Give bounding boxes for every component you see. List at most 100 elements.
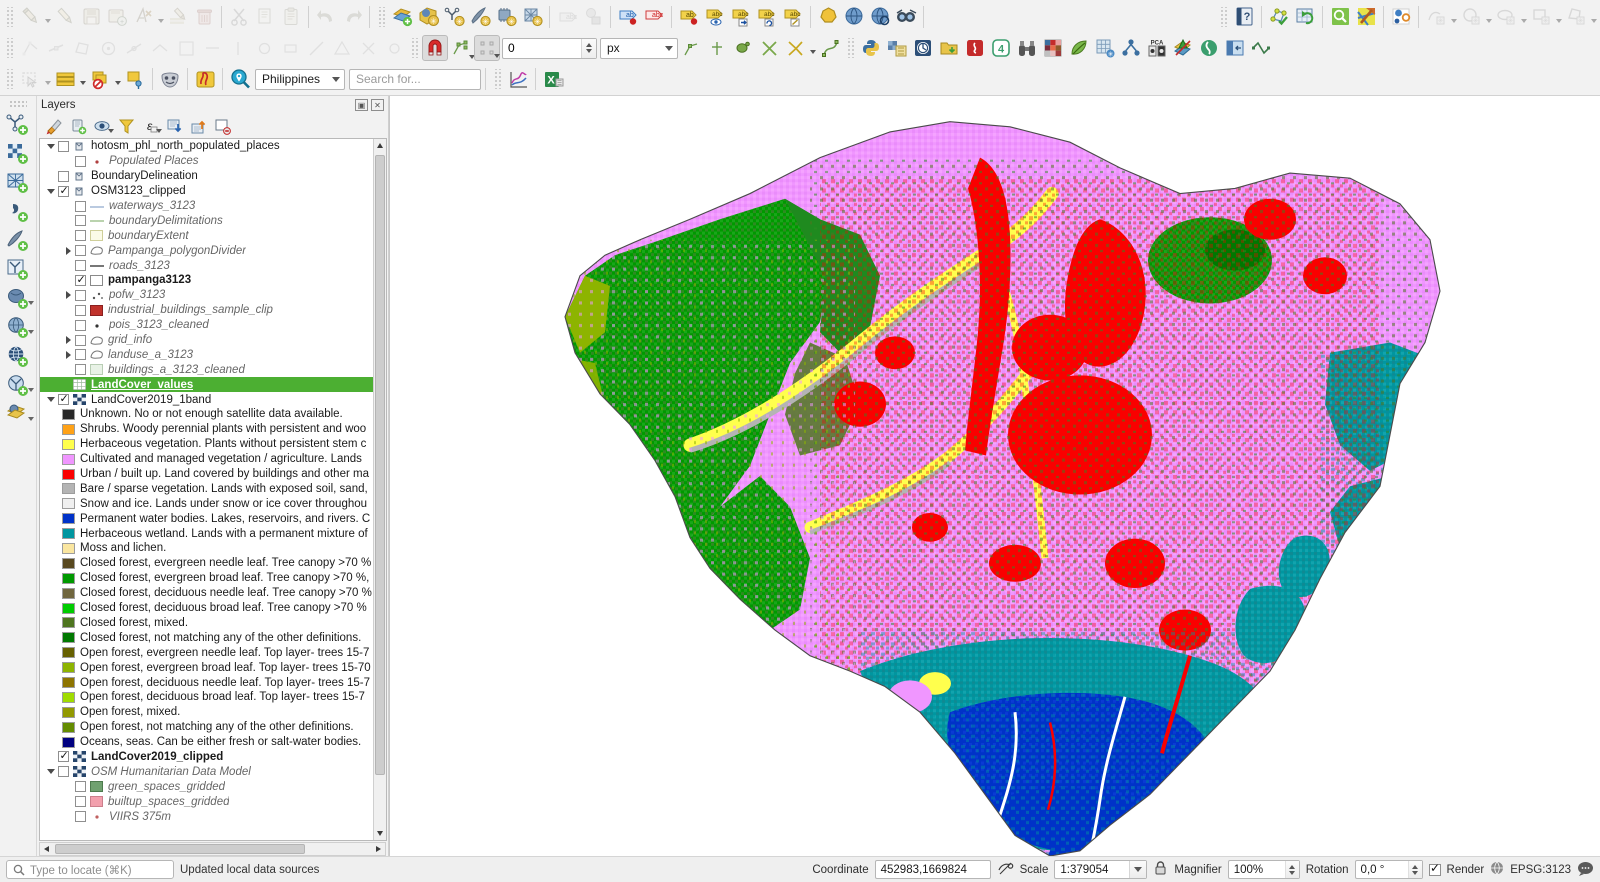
expand-all-icon[interactable] — [163, 116, 186, 137]
snap-extra3-icon[interactable] — [251, 35, 277, 61]
coordinate-value[interactable]: 452983,1669824 — [875, 860, 991, 879]
snap-vertex-icon[interactable] — [17, 35, 43, 61]
digitize-line-icon[interactable]: ✳ — [1423, 4, 1449, 30]
show-hide-labels-icon[interactable]: abc — [702, 4, 728, 30]
deselect-caret-icon[interactable] — [113, 68, 122, 90]
layer-visibility-checkbox[interactable] — [58, 751, 69, 762]
grid-snowflake-icon[interactable]: ✳ — [1092, 35, 1118, 61]
mask-plugin-icon[interactable] — [157, 66, 183, 92]
scroll-left-button[interactable] — [40, 843, 53, 855]
snap-extra6-icon[interactable] — [329, 35, 355, 61]
rail-grip[interactable] — [9, 100, 27, 107]
toolbar-grip-3[interactable] — [1219, 7, 1228, 27]
legend-class-row[interactable]: Closed forest, deciduous broad leaf. Tre… — [40, 601, 373, 616]
add-spatialite-layer-icon[interactable] — [1, 313, 35, 342]
digitize-ellipse-caret-icon[interactable] — [1519, 6, 1528, 28]
delete-selected-icon[interactable] — [191, 4, 217, 30]
layer-tree-item[interactable]: waterways_3123 — [40, 199, 373, 214]
snapping-mode-icon[interactable] — [448, 35, 474, 61]
toggle-editing-caret-icon[interactable] — [43, 6, 52, 28]
scale-select[interactable]: 1:379054 — [1054, 860, 1147, 879]
digitize-circle-caret-icon[interactable] — [1484, 6, 1493, 28]
paste-features-icon[interactable] — [278, 4, 304, 30]
layer-visibility-checkbox[interactable] — [58, 141, 69, 152]
add-wms-layer-icon[interactable] — [1, 342, 35, 371]
digitize-polygon-icon[interactable]: ✳ — [1563, 4, 1589, 30]
digitize-rectangle-icon[interactable]: ✳ — [1528, 4, 1554, 30]
snap-option-icon[interactable] — [173, 35, 199, 61]
undo-icon[interactable] — [313, 4, 339, 30]
magnifier-stepper[interactable]: 100% — [1228, 860, 1300, 879]
add-group-icon[interactable] — [67, 116, 90, 137]
legend-class-row[interactable]: Herbaceous wetland. Lands with a permane… — [40, 526, 373, 541]
layer-tree-item[interactable]: buildings_a_3123_cleaned — [40, 362, 373, 377]
new-memory-layer-icon[interactable]: ✳ — [493, 4, 519, 30]
legend-class-row[interactable]: Open forest, evergreen broad leaf. Top l… — [40, 660, 373, 675]
layer-tree-item[interactable]: green_spaces_gridded — [40, 779, 373, 794]
network-analysis-icon[interactable] — [1118, 35, 1144, 61]
help-contents-icon[interactable]: ? — [1231, 4, 1257, 30]
legend-class-row[interactable]: Permanent water bodies. Lakes, reservoir… — [40, 511, 373, 526]
snap-area-icon[interactable] — [69, 35, 95, 61]
legend-class-row[interactable]: Open forest, mixed. — [40, 705, 373, 720]
layer-tree-item[interactable]: BoundaryDelineation — [40, 169, 373, 184]
layer-visibility-checkbox[interactable] — [58, 186, 69, 197]
snap-extra-icon[interactable] — [199, 35, 225, 61]
scroll-down-button[interactable] — [374, 827, 386, 840]
legend-class-row[interactable]: Closed forest, evergreen broad leaf. Tre… — [40, 571, 373, 586]
chevron-down-icon[interactable] — [44, 769, 58, 774]
layer-visibility-checkbox[interactable] — [75, 305, 86, 316]
plot-toolbar-grip[interactable] — [493, 69, 502, 89]
collapse-all-icon[interactable] — [187, 116, 210, 137]
lock-icon[interactable] — [1153, 860, 1168, 879]
themes-caret-icon[interactable] — [108, 129, 114, 133]
layer-tree-hscrollbar[interactable] — [39, 842, 386, 856]
legend-class-row[interactable]: Herbaceous vegetation. Plants without pe… — [40, 437, 373, 452]
toggle-editing-icon[interactable] — [17, 4, 43, 30]
identify-features-icon[interactable] — [1388, 4, 1414, 30]
layer-tree-item[interactable]: hotosm_phl_north_populated_places — [40, 139, 373, 154]
copy-features-icon[interactable] — [252, 4, 278, 30]
geoprocessing-icon[interactable] — [192, 66, 218, 92]
digitize-circle-icon[interactable]: ✳ — [1458, 4, 1484, 30]
layer-tree-item[interactable]: pois_3123_cleaned — [40, 318, 373, 333]
layer-tree-item[interactable]: OSM3123_clipped — [40, 184, 373, 199]
layer-visibility-checkbox[interactable] — [75, 215, 86, 226]
locator-input[interactable]: Type to locate (⌘K) — [6, 860, 174, 879]
rotate-label-icon[interactable]: abc — [754, 4, 780, 30]
layer-visibility-checkbox[interactable] — [75, 290, 86, 301]
georeferencer-icon[interactable] — [910, 35, 936, 61]
digitize-rectangle-caret-icon[interactable] — [1554, 6, 1563, 28]
move-label-icon[interactable]: abc — [728, 4, 754, 30]
chevron-down-icon[interactable] — [1129, 861, 1146, 878]
spatialite-caret-icon[interactable] — [28, 330, 34, 334]
layer-visibility-checkbox[interactable] — [75, 260, 86, 271]
layer-visibility-checkbox[interactable] — [75, 320, 86, 331]
open-project-icon[interactable] — [936, 35, 962, 61]
layer-tree[interactable]: hotosm_phl_north_populated_placesPopulat… — [39, 138, 387, 841]
snap-extra5-icon[interactable] — [303, 35, 329, 61]
self-snapping-icon[interactable] — [782, 35, 808, 61]
toolbar-grip-2[interactable] — [377, 7, 386, 27]
digitize-ellipse-icon[interactable]: ✳ — [1493, 4, 1519, 30]
quick-osm-icon[interactable] — [893, 4, 919, 30]
layer-visibility-checkbox[interactable] — [75, 781, 86, 792]
data-plotly-icon[interactable] — [505, 66, 531, 92]
self-snapping-caret-icon[interactable] — [808, 37, 817, 59]
layer-tree-item[interactable]: pampanga3123 — [40, 273, 373, 288]
add-oracle-layer-icon[interactable] — [1, 400, 35, 429]
qgis2web-icon[interactable] — [962, 35, 988, 61]
layer-tree-item[interactable]: VIIRS 375m — [40, 809, 373, 824]
place-search-input[interactable]: Search for... — [349, 69, 481, 90]
split-view-icon[interactable] — [1222, 35, 1248, 61]
plugins-toolbar-grip[interactable] — [846, 38, 855, 58]
multi-edit-icon[interactable] — [165, 4, 191, 30]
snap-tolerance-arrows[interactable] — [581, 39, 596, 58]
trace-icon[interactable] — [730, 35, 756, 61]
raster-calculator-icon[interactable] — [884, 35, 910, 61]
add-point-cloud-layer-icon[interactable] — [1, 255, 35, 284]
topology-checker-icon[interactable] — [1266, 4, 1292, 30]
select-toolbar-grip[interactable] — [5, 69, 14, 89]
layer-visibility-checkbox[interactable] — [58, 394, 69, 405]
mmqgis-icon[interactable]: 4 — [988, 35, 1014, 61]
